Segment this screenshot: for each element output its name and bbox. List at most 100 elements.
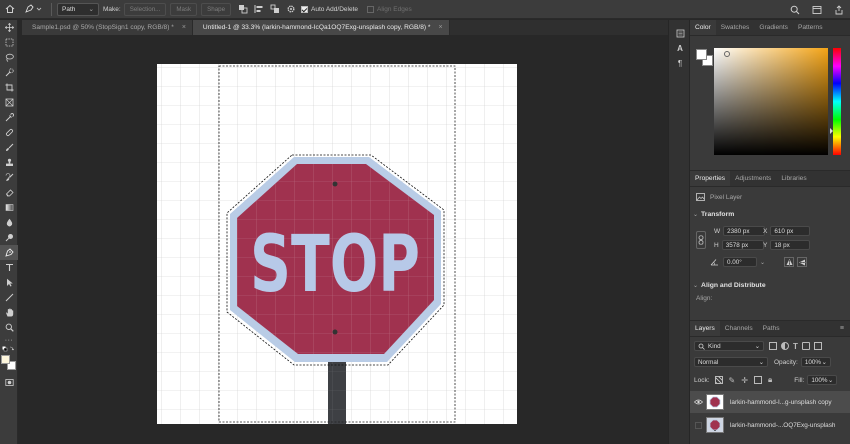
chevron-down-icon[interactable]: ⌄ bbox=[760, 259, 765, 266]
hue-slider[interactable] bbox=[833, 48, 841, 155]
close-icon[interactable]: × bbox=[438, 24, 442, 31]
path-operations-icon[interactable] bbox=[235, 1, 251, 17]
tab-sample1[interactable]: Sample1.psd @ 50% (StopSign1 copy, RGB/8… bbox=[22, 20, 193, 35]
marquee-tool-icon[interactable] bbox=[0, 35, 18, 50]
clone-stamp-tool-icon[interactable] bbox=[0, 155, 18, 170]
history-icon[interactable] bbox=[669, 26, 691, 41]
lock-position-icon[interactable]: ✛ bbox=[741, 376, 748, 385]
tab-patterns[interactable]: Patterns bbox=[793, 20, 828, 35]
transform-header[interactable]: ⌄ Transform bbox=[693, 211, 734, 218]
angle-row: 0.00° ⌄ bbox=[710, 257, 808, 267]
lock-image-icon[interactable]: ✎ bbox=[729, 376, 736, 385]
y-input[interactable]: 18 px bbox=[770, 240, 811, 250]
fill-input[interactable]: 100% ⌄ bbox=[807, 375, 838, 385]
workspace-icon[interactable] bbox=[806, 2, 828, 18]
link-icon[interactable] bbox=[696, 231, 706, 249]
foreground-color-swatch[interactable] bbox=[1, 355, 10, 364]
tab-channels[interactable]: Channels bbox=[720, 321, 758, 336]
filter-smart-object-icon[interactable] bbox=[813, 342, 822, 350]
filter-shape-icon[interactable] bbox=[801, 342, 810, 350]
foreground-background-swatch[interactable] bbox=[0, 353, 18, 375]
hue-slider-marker[interactable] bbox=[830, 128, 833, 134]
lock-all-icon[interactable]: 🔒︎ bbox=[768, 375, 772, 385]
edit-toolbar-icon[interactable]: ··· bbox=[0, 335, 18, 345]
search-icon[interactable] bbox=[784, 2, 806, 18]
canvas-area[interactable]: STOP bbox=[22, 36, 668, 444]
gear-icon[interactable] bbox=[283, 1, 299, 17]
color-picker-field[interactable] bbox=[714, 48, 828, 155]
tab-swatches[interactable]: Swatches bbox=[716, 20, 755, 35]
make-selection-button[interactable]: Selection... bbox=[123, 2, 167, 16]
align-distribute-header[interactable]: ⌄ Align and Distribute bbox=[693, 282, 766, 289]
path-anchor-point[interactable] bbox=[332, 181, 338, 187]
layer-filter-row: Kind ⌄ T bbox=[694, 341, 822, 351]
hand-tool-icon[interactable] bbox=[0, 305, 18, 320]
filter-type-icon[interactable]: T bbox=[793, 342, 798, 351]
tab-color[interactable]: Color bbox=[690, 20, 716, 35]
filter-adjustment-icon[interactable] bbox=[781, 342, 789, 350]
make-shape-button[interactable]: Shape bbox=[201, 2, 232, 16]
lock-transparent-icon[interactable] bbox=[714, 376, 723, 384]
lock-artboard-icon[interactable] bbox=[753, 376, 762, 384]
auto-add-delete-checkbox[interactable] bbox=[301, 5, 309, 13]
make-mask-button[interactable]: Mask bbox=[170, 2, 198, 16]
layer-row[interactable]: larkin-hammond-...OQ7Exg-unsplash bbox=[690, 414, 850, 436]
align-edges-checkbox[interactable] bbox=[367, 5, 375, 13]
line-tool-icon[interactable] bbox=[0, 290, 18, 305]
tool-mode-select[interactable]: Path ⌄ bbox=[57, 2, 99, 16]
flip-vertical-icon[interactable] bbox=[797, 257, 808, 267]
share-icon[interactable] bbox=[828, 2, 850, 18]
quick-selection-tool-icon[interactable] bbox=[0, 65, 18, 80]
paragraph-panel-icon[interactable]: ¶ bbox=[669, 56, 691, 71]
pen-tool-preset-icon[interactable] bbox=[20, 1, 46, 17]
document-canvas[interactable]: STOP bbox=[157, 64, 517, 424]
blend-mode-select[interactable]: Normal ⌄ bbox=[694, 357, 768, 367]
filter-pixel-icon[interactable] bbox=[769, 342, 777, 350]
history-brush-tool-icon[interactable] bbox=[0, 170, 18, 185]
zoom-tool-icon[interactable] bbox=[0, 320, 18, 335]
tab-adjustments[interactable]: Adjustments bbox=[730, 171, 776, 186]
layer-row[interactable]: larkin-hammond-I...g-unsplash copy bbox=[690, 391, 850, 413]
crop-tool-icon[interactable] bbox=[0, 80, 18, 95]
tab-libraries[interactable]: Libraries bbox=[776, 171, 811, 186]
close-icon[interactable]: × bbox=[182, 24, 186, 31]
layer-filter-select[interactable]: Kind ⌄ bbox=[694, 341, 764, 351]
tab-paths[interactable]: Paths bbox=[758, 321, 785, 336]
pen-tool-icon[interactable] bbox=[0, 245, 18, 260]
tab-untitled-1[interactable]: Untitled-1 @ 33.3% (larkin-hammond-IcQa1… bbox=[192, 20, 450, 35]
tab-properties[interactable]: Properties bbox=[690, 171, 731, 186]
color-picker-cursor[interactable] bbox=[724, 51, 730, 57]
eraser-tool-icon[interactable] bbox=[0, 185, 18, 200]
visibility-toggle[interactable] bbox=[690, 421, 706, 429]
color-swatches[interactable] bbox=[696, 49, 714, 67]
tab-gradients[interactable]: Gradients bbox=[754, 20, 793, 35]
healing-brush-tool-icon[interactable] bbox=[0, 125, 18, 140]
width-input[interactable]: 2380 px bbox=[723, 226, 766, 236]
move-tool-icon[interactable] bbox=[0, 20, 18, 35]
lasso-tool-icon[interactable] bbox=[0, 50, 18, 65]
character-panel-icon[interactable]: A bbox=[669, 41, 691, 56]
frame-tool-icon[interactable] bbox=[0, 95, 18, 110]
default-colors-icon[interactable] bbox=[0, 345, 18, 353]
panel-menu-icon[interactable]: ≡ bbox=[834, 321, 850, 336]
quick-mask-icon[interactable] bbox=[0, 375, 18, 390]
path-alignment-icon[interactable] bbox=[251, 1, 267, 17]
angle-input[interactable]: 0.00° bbox=[723, 257, 757, 267]
tab-layers[interactable]: Layers bbox=[690, 321, 720, 336]
foreground-color-swatch[interactable] bbox=[696, 49, 707, 60]
brush-tool-icon[interactable] bbox=[0, 140, 18, 155]
path-anchor-point[interactable] bbox=[332, 329, 338, 335]
gradient-tool-icon[interactable] bbox=[0, 200, 18, 215]
dodge-tool-icon[interactable] bbox=[0, 230, 18, 245]
flip-horizontal-icon[interactable] bbox=[784, 257, 795, 267]
path-selection-tool-icon[interactable] bbox=[0, 275, 18, 290]
x-input[interactable]: 610 px bbox=[770, 226, 811, 236]
home-icon[interactable] bbox=[0, 1, 20, 17]
eyedropper-tool-icon[interactable] bbox=[0, 110, 18, 125]
path-arrangement-icon[interactable] bbox=[267, 1, 283, 17]
visibility-eye-icon[interactable] bbox=[690, 399, 706, 405]
opacity-input[interactable]: 100% ⌄ bbox=[800, 357, 831, 367]
type-tool-icon[interactable] bbox=[0, 260, 18, 275]
height-input[interactable]: 3578 px bbox=[721, 240, 764, 250]
blur-tool-icon[interactable] bbox=[0, 215, 18, 230]
